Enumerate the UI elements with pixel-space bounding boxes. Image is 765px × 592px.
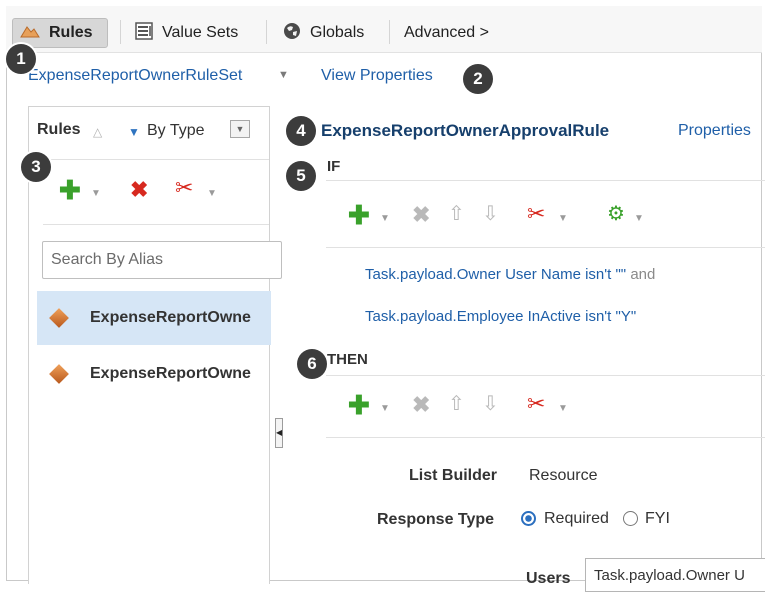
callout-badge: 6 xyxy=(297,349,327,379)
scissors-icon[interactable]: ✂ xyxy=(175,177,193,199)
tab-divider xyxy=(120,20,121,44)
scissors-icon[interactable]: ✂ xyxy=(527,393,545,415)
chevron-down-icon[interactable]: ▼ xyxy=(634,214,644,224)
required-radio[interactable] xyxy=(521,511,536,526)
fyi-radio-label: FYI xyxy=(645,510,670,527)
delete-icon[interactable]: ✖ xyxy=(412,394,430,416)
scissors-icon[interactable]: ✂ xyxy=(527,203,545,225)
divider xyxy=(29,159,269,160)
tab-value-sets[interactable]: Value Sets xyxy=(134,20,238,46)
rules-panel-title: Rules xyxy=(37,121,81,138)
rules-icon xyxy=(19,23,41,44)
sort-descending-icon[interactable]: ▼ xyxy=(128,125,140,139)
callout-badge: 3 xyxy=(21,152,51,182)
condition-row[interactable]: Task.payload.Employee InActive isn't "Y" xyxy=(365,308,636,325)
view-properties-link[interactable]: View Properties xyxy=(321,67,433,85)
sort-by-label: By Type xyxy=(147,122,205,139)
condition-operator[interactable]: isn't xyxy=(585,266,611,283)
rule-item-label: ExpenseReportOwne xyxy=(90,309,251,326)
fyi-radio[interactable] xyxy=(623,511,638,526)
gear-icon[interactable]: ⚙ xyxy=(607,204,625,224)
sort-ascending-icon[interactable]: △ xyxy=(93,125,102,139)
divider xyxy=(326,437,765,438)
required-radio-label: Required xyxy=(544,510,609,527)
ruleset-name-link[interactable]: ExpenseReportOwnerRuleSet xyxy=(28,67,242,85)
callout-badge: 4 xyxy=(286,116,316,146)
divider xyxy=(326,247,765,248)
search-by-alias-input[interactable] xyxy=(42,241,282,279)
rules-list-panel: Rules △ ▼ By Type ▼ ✚ ▼ ✖ ✂ ▼ ExpenseRep… xyxy=(28,106,282,584)
chevron-down-icon[interactable]: ▼ xyxy=(558,404,568,414)
chevron-down-icon[interactable]: ▼ xyxy=(207,189,217,199)
arrow-up-icon[interactable]: ⇧ xyxy=(448,204,465,224)
arrow-down-icon[interactable]: ⇩ xyxy=(482,394,499,414)
tab-rules-label: Rules xyxy=(49,24,93,41)
then-section-label: THEN xyxy=(327,351,368,368)
list-builder-value[interactable]: Resource xyxy=(529,467,597,485)
diamond-icon xyxy=(49,308,69,328)
condition-row[interactable]: Task.payload.Owner User Name isn't "" an… xyxy=(365,266,655,283)
tab-advanced-label: Advanced > xyxy=(404,24,489,41)
chevron-down-icon[interactable]: ▼ xyxy=(558,214,568,224)
divider xyxy=(326,180,765,181)
callout-badge: 1 xyxy=(6,44,36,74)
response-type-label: Response Type xyxy=(377,511,495,528)
diamond-icon xyxy=(49,364,69,384)
users-field[interactable] xyxy=(585,558,765,592)
rule-properties-link[interactable]: Properties xyxy=(678,122,751,140)
list-item[interactable]: ExpenseReportOwne xyxy=(37,291,271,345)
globe-icon xyxy=(282,21,302,46)
plus-icon[interactable]: ✚ xyxy=(59,177,81,203)
condition-conjunction[interactable]: and xyxy=(630,266,655,283)
rule-item-label: ExpenseReportOwne xyxy=(90,365,251,382)
condition-operator[interactable]: isn't xyxy=(585,308,611,325)
tab-rules[interactable]: Rules xyxy=(12,18,108,48)
divider xyxy=(326,375,765,376)
tab-globals-label: Globals xyxy=(310,24,365,41)
chevron-down-icon[interactable]: ▼ xyxy=(380,404,390,414)
ruleset-dropdown-icon[interactable]: ▼ xyxy=(278,69,289,81)
condition-field[interactable]: Task.payload.Employee InActive xyxy=(365,308,581,325)
chevron-down-icon[interactable]: ▼ xyxy=(91,189,101,199)
chevron-down-icon[interactable]: ▼ xyxy=(380,214,390,224)
condition-field[interactable]: Task.payload.Owner User Name xyxy=(365,266,581,283)
list-builder-label: List Builder xyxy=(409,467,498,484)
tab-value-sets-label: Value Sets xyxy=(162,24,239,41)
value-sets-icon xyxy=(134,21,154,46)
callout-badge: 2 xyxy=(463,64,493,94)
list-item[interactable]: ExpenseReportOwne xyxy=(37,347,271,401)
if-section-label: IF xyxy=(327,158,341,175)
arrow-down-icon[interactable]: ⇩ xyxy=(482,204,499,224)
rule-title: ExpenseReportOwnerApprovalRule xyxy=(321,121,610,140)
tab-advanced[interactable]: Advanced > xyxy=(404,20,489,46)
collapse-panel-splitter[interactable]: ◀ xyxy=(275,418,283,448)
condition-value[interactable]: "Y" xyxy=(616,308,637,325)
tab-globals[interactable]: Globals xyxy=(282,20,364,46)
condition-value[interactable]: "" xyxy=(615,266,626,283)
plus-icon[interactable]: ✚ xyxy=(348,392,370,418)
delete-icon[interactable]: ✖ xyxy=(130,179,148,201)
tab-divider xyxy=(266,20,267,44)
callout-badge: 5 xyxy=(286,161,316,191)
tab-divider xyxy=(389,20,390,44)
divider xyxy=(43,224,269,225)
users-label: Users xyxy=(526,570,571,587)
plus-icon[interactable]: ✚ xyxy=(348,202,370,228)
delete-icon[interactable]: ✖ xyxy=(412,204,430,226)
sort-by-dropdown[interactable]: ▼ xyxy=(230,120,250,138)
arrow-up-icon[interactable]: ⇧ xyxy=(448,394,465,414)
